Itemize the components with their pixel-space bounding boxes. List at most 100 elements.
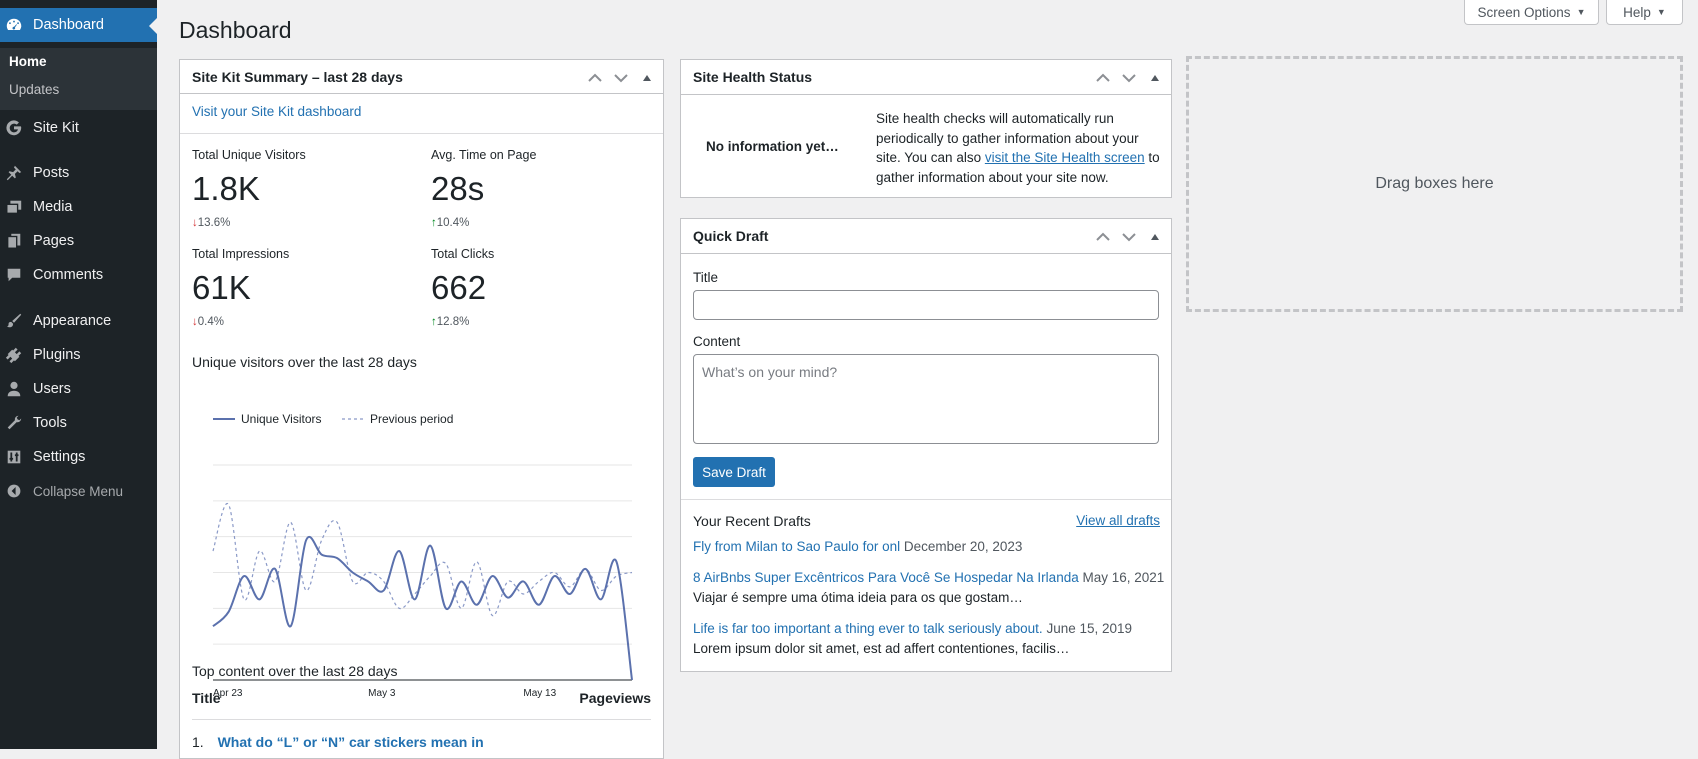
- move-up-icon[interactable]: [585, 73, 605, 83]
- toggle-panel-icon[interactable]: [637, 74, 657, 82]
- metric-value-clicks: 662: [431, 269, 487, 306]
- site-kit-summary-widget: Site Kit Summary – last 28 days Visit yo…: [179, 59, 664, 759]
- sidebar-item-label: Collapse Menu: [33, 483, 124, 499]
- health-description: Site health checks will automatically ru…: [876, 109, 1161, 187]
- sidebar-item-dashboard[interactable]: Dashboard: [0, 8, 157, 42]
- sidebar-item-posts[interactable]: Posts: [0, 156, 157, 190]
- google-g-icon: [3, 119, 25, 137]
- health-desc-text: site. You can also: [876, 150, 985, 165]
- draft-link[interactable]: Fly from Milan to Sao Paulo for onl Dece…: [693, 539, 1022, 554]
- screen-options-button[interactable]: Screen Options ▼: [1464, 0, 1599, 25]
- help-button[interactable]: Help ▼: [1606, 0, 1683, 25]
- sidebar-item-label: Appearance: [33, 313, 112, 329]
- collapse-menu-button[interactable]: Collapse Menu: [0, 474, 157, 508]
- content-label: Content: [693, 334, 741, 349]
- draft-content-textarea[interactable]: What’s on your mind?: [693, 354, 1159, 444]
- metric-change-impressions: ↓0.4%: [192, 316, 224, 328]
- screen-options-label: Screen Options: [1477, 4, 1571, 20]
- wrench-icon: [3, 414, 25, 432]
- pushpin-icon: [3, 164, 25, 182]
- sidebar-item-label: Media: [33, 199, 73, 215]
- collapse-icon: [3, 483, 25, 499]
- site-health-link[interactable]: visit the Site Health screen: [985, 150, 1145, 165]
- sidebar-item-label: Posts: [33, 165, 70, 181]
- sidebar-item-media[interactable]: Media: [0, 190, 157, 224]
- sidebar-item-appearance[interactable]: Appearance: [0, 304, 157, 338]
- caret-down-icon: ▼: [1576, 7, 1586, 17]
- draft-excerpt: Viajar é sempre uma ótima ideia para os …: [693, 590, 1023, 605]
- divider: [180, 133, 663, 134]
- sidebar-item-tools[interactable]: Tools: [0, 406, 157, 440]
- title-label: Title: [693, 270, 719, 285]
- top-content-heading: Top content over the last 28 days: [192, 663, 398, 679]
- submenu-item-home[interactable]: Home: [9, 54, 47, 69]
- sidebar-item-plugins[interactable]: Plugins: [0, 338, 157, 372]
- health-desc-text: to: [1144, 150, 1160, 165]
- health-desc-line: gather information about your site now.: [876, 169, 1109, 185]
- media-icon: [3, 198, 25, 216]
- draft-title: Life is far too important a thing ever t…: [693, 621, 1043, 636]
- sidebar-item-site-kit[interactable]: Site Kit: [0, 111, 157, 145]
- caret-down-icon: ▼: [1656, 7, 1666, 17]
- draft-link[interactable]: Life is far too important a thing ever t…: [693, 621, 1132, 636]
- page-title: Dashboard: [179, 17, 292, 43]
- move-down-icon[interactable]: [1119, 232, 1139, 242]
- sidebar-item-label: Plugins: [33, 347, 81, 363]
- sidebar-item-label: Settings: [33, 449, 86, 465]
- paintbrush-icon: [3, 312, 25, 330]
- health-desc-line: site. You can also visit the Site Health…: [876, 148, 1161, 168]
- table-header-pageviews: Pageviews: [579, 690, 651, 706]
- sidebar-item-label: Site Kit: [33, 120, 79, 136]
- toggle-panel-icon[interactable]: [1145, 233, 1165, 241]
- sidebar-item-users[interactable]: Users: [0, 372, 157, 406]
- metric-change-value: 12.8%: [436, 316, 470, 328]
- row-number: 1.: [192, 734, 204, 750]
- metric-value-impressions: 61K: [192, 269, 251, 306]
- metric-label-clicks: Total Clicks: [431, 247, 495, 261]
- sidebar-item-label: Comments: [33, 267, 104, 283]
- submenu-item-updates[interactable]: Updates: [9, 82, 59, 97]
- comment-icon: [3, 266, 25, 284]
- sidebar-item-comments[interactable]: Comments: [0, 258, 157, 292]
- sidebar-item-settings[interactable]: Settings: [0, 440, 157, 474]
- top-content-link[interactable]: What do “L” or “N” car stickers mean in: [218, 734, 484, 750]
- legend-label: Unique Visitors: [241, 412, 321, 426]
- move-down-icon[interactable]: [611, 73, 631, 83]
- metric-change-clicks: ↑12.8%: [431, 316, 469, 328]
- user-icon: [3, 380, 25, 398]
- draft-link[interactable]: 8 AirBnbs Super Excêntricos Para Você Se…: [693, 570, 1164, 585]
- health-desc-line: periodically to gather information about…: [876, 130, 1139, 146]
- metric-value-time: 28s: [431, 170, 485, 207]
- move-up-icon[interactable]: [1093, 232, 1113, 242]
- metric-change-visitors: ↓13.6%: [192, 217, 230, 229]
- sidebar-item-label: Pages: [33, 233, 75, 249]
- legend-label: Previous period: [370, 412, 453, 426]
- toggle-panel-icon[interactable]: [1145, 74, 1165, 82]
- drag-zone-label: Drag boxes here: [1375, 175, 1494, 192]
- help-label: Help: [1623, 4, 1651, 20]
- sidebar-item-label: Dashboard: [33, 17, 104, 33]
- widget-title: Quick Draft: [693, 228, 769, 244]
- metric-change-value: 13.6%: [197, 217, 231, 229]
- health-desc-line: Site health checks will automatically ru…: [876, 111, 1114, 126]
- drag-boxes-zone[interactable]: Drag boxes here: [1186, 56, 1683, 312]
- metric-change-value: 0.4%: [197, 316, 224, 328]
- move-up-icon[interactable]: [1093, 73, 1113, 83]
- chart-heading: Unique visitors over the last 28 days: [192, 354, 417, 370]
- site-kit-dashboard-link[interactable]: Visit your Site Kit dashboard: [192, 104, 361, 119]
- metric-label-time: Avg. Time on Page: [431, 148, 537, 162]
- visitors-line-chart: Unique Visitors Previous periodApr 23 May …: [212, 412, 633, 699]
- move-down-icon[interactable]: [1119, 73, 1139, 83]
- table-header-title: Title: [192, 690, 221, 706]
- dashboard-submenu: Home Updates: [0, 48, 157, 110]
- sidebar-item-pages[interactable]: Pages: [0, 224, 157, 258]
- draft-date: June 15, 2019: [1046, 621, 1133, 636]
- view-all-drafts-link[interactable]: View all drafts: [1076, 513, 1160, 528]
- admin-sidebar: Dashboard Home Updates Site Kit Posts Me…: [0, 0, 157, 749]
- widget-header: Quick Draft: [681, 219, 1171, 254]
- save-draft-button[interactable]: Save Draft: [693, 457, 775, 487]
- table-divider: [192, 719, 651, 720]
- widget-header: Site Health Status: [681, 60, 1171, 95]
- draft-title-input[interactable]: [693, 290, 1159, 320]
- sidebar-item-label: Users: [33, 381, 71, 397]
